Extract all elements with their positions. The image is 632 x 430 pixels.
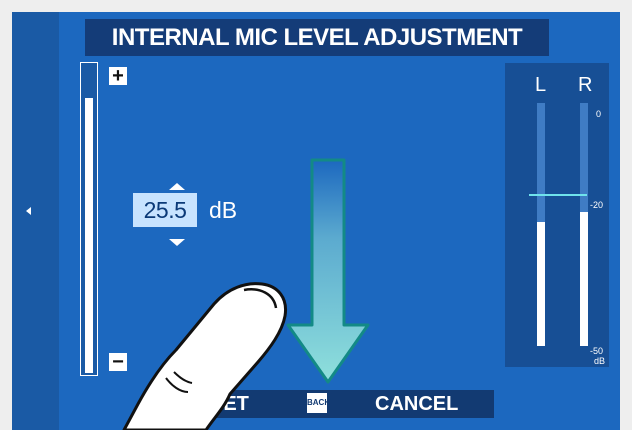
- back-button-icon[interactable]: BACK: [307, 393, 330, 413]
- reference-level-line: [529, 194, 587, 196]
- mic-level-slider[interactable]: [80, 62, 98, 376]
- level-unit-label: dB: [209, 197, 238, 223]
- minus-icon[interactable]: −: [109, 352, 127, 372]
- right-channel-label: R: [578, 74, 593, 96]
- slider-fill: [85, 98, 93, 373]
- right-channel-level: [580, 212, 588, 346]
- scale-label-top: 0: [596, 109, 602, 119]
- page-title: INTERNAL MIC LEVEL ADJUSTMENT: [85, 19, 549, 56]
- cancel-button[interactable]: CANCEL: [375, 390, 458, 418]
- decrease-arrow-icon[interactable]: [169, 239, 185, 246]
- set-button[interactable]: SET: [210, 390, 249, 418]
- level-value-field[interactable]: 25.5: [133, 193, 197, 227]
- scale-label-bottom: -50: [590, 346, 604, 356]
- increase-arrow-icon[interactable]: [169, 183, 185, 190]
- back-arrow-icon[interactable]: [26, 207, 31, 215]
- left-channel-label: L: [535, 74, 547, 96]
- level-meter-panel: L R: [505, 63, 609, 367]
- left-channel-level: [537, 222, 545, 346]
- left-channel-meter: [537, 103, 545, 346]
- right-channel-meter: [580, 103, 588, 346]
- plus-icon[interactable]: +: [109, 66, 127, 86]
- left-side-strip: [12, 12, 59, 430]
- scale-unit-label: dB: [594, 356, 606, 366]
- scale-label-mid: -20: [590, 200, 604, 210]
